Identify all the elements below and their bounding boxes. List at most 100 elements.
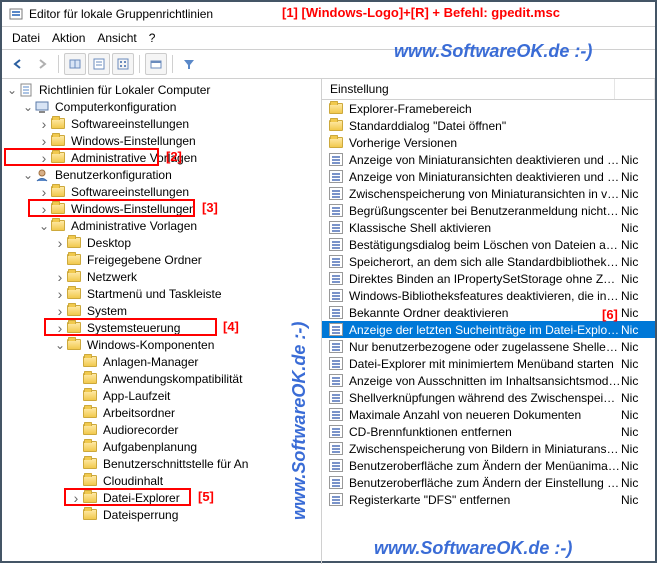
- list-row[interactable]: Speicherort, an dem sich alle Standardbi…: [322, 253, 655, 270]
- setting-state: Nic: [621, 204, 655, 218]
- twisty-icon[interactable]: [54, 238, 66, 248]
- list-row[interactable]: Bekannte Ordner deaktivierenNic: [322, 304, 655, 321]
- tree-cloud[interactable]: Cloudinhalt: [2, 472, 321, 489]
- tool-btn-2[interactable]: [88, 53, 110, 75]
- twisty-icon[interactable]: [6, 85, 18, 95]
- tree-uc[interactable]: Benutzerkonfiguration: [2, 166, 321, 183]
- setting-state: Nic: [621, 153, 655, 167]
- list-row[interactable]: Windows-Bibliotheksfeatures deaktivieren…: [322, 287, 655, 304]
- tree-shared[interactable]: Freigegebene Ordner: [2, 251, 321, 268]
- list-row[interactable]: Zwischenspeicherung von Bildern in Minia…: [322, 440, 655, 457]
- menu-file[interactable]: Datei: [6, 29, 46, 47]
- list-row[interactable]: Anzeige von Ausschnitten im Inhaltsansic…: [322, 372, 655, 389]
- menu-help[interactable]: ?: [143, 29, 162, 47]
- list-pane[interactable]: Einstellung Explorer-FramebereichStandar…: [322, 79, 655, 564]
- tree-uc_win[interactable]: Windows-Einstellungen: [2, 200, 321, 217]
- tree-sperrung[interactable]: Dateisperrung: [2, 506, 321, 523]
- tool-btn-3[interactable]: [112, 53, 134, 75]
- tool-btn-1[interactable]: [64, 53, 86, 75]
- setting-state: Nic: [621, 221, 655, 235]
- window-title: Editor für lokale Gruppenrichtlinien: [29, 7, 213, 21]
- setting-icon: [328, 493, 344, 507]
- tree-explorer[interactable]: Datei-Explorer: [2, 489, 321, 506]
- twisty-icon[interactable]: [38, 153, 50, 163]
- setting-icon: [328, 306, 344, 320]
- setting-icon: [328, 323, 344, 337]
- twisty-icon[interactable]: [54, 323, 66, 333]
- list-row[interactable]: Direktes Binden an IPropertySetStorage o…: [322, 270, 655, 287]
- twisty-icon[interactable]: [38, 221, 50, 231]
- folder-icon: [328, 102, 344, 116]
- twisty-icon[interactable]: [70, 493, 82, 503]
- menu-view[interactable]: Ansicht: [91, 29, 142, 47]
- twisty-icon[interactable]: [22, 102, 34, 112]
- list-row[interactable]: Benutzeroberfläche zum Ändern der Einste…: [322, 474, 655, 491]
- setting-state: Nic: [621, 459, 655, 473]
- list-row[interactable]: CD-Brennfunktionen entfernenNic: [322, 423, 655, 440]
- tree-cc[interactable]: Computerkonfiguration: [2, 98, 321, 115]
- tree-network[interactable]: Netzwerk: [2, 268, 321, 285]
- list-row[interactable]: Zwischenspeicherung von Miniaturansichte…: [322, 185, 655, 202]
- back-button[interactable]: [7, 53, 29, 75]
- setting-label: Bekannte Ordner deaktivieren: [349, 306, 621, 320]
- setting-state: Nic: [621, 170, 655, 184]
- tree-cc_adm[interactable]: Administrative Vorlagen: [2, 149, 321, 166]
- list-row[interactable]: Anzeige der letzten Sucheinträge im Date…: [322, 321, 655, 338]
- list-row[interactable]: Registerkarte "DFS" entfernenNic: [322, 491, 655, 508]
- list-row[interactable]: Klassische Shell aktivierenNic: [322, 219, 655, 236]
- twisty-icon[interactable]: [54, 272, 66, 282]
- setting-label: Anzeige von Ausschnitten im Inhaltsansic…: [349, 374, 621, 388]
- tree-cc_win[interactable]: Windows-Einstellungen: [2, 132, 321, 149]
- tree-uc_adm[interactable]: Administrative Vorlagen: [2, 217, 321, 234]
- menu-action[interactable]: Aktion: [46, 29, 91, 47]
- tree-control[interactable]: Systemsteuerung: [2, 319, 321, 336]
- tree-pane[interactable]: Richtlinien für Lokaler ComputerComputer…: [2, 79, 322, 564]
- list-row[interactable]: Maximale Anzahl von neueren DokumentenNi…: [322, 406, 655, 423]
- twisty-icon[interactable]: [22, 170, 34, 180]
- twisty-icon[interactable]: [54, 340, 66, 350]
- list-row[interactable]: Anzeige von Miniaturansichten deaktivier…: [322, 168, 655, 185]
- col-state[interactable]: [615, 79, 655, 99]
- setting-state: Nic: [621, 289, 655, 303]
- twisty-icon[interactable]: [38, 187, 50, 197]
- tree-audiorec[interactable]: Audiorecorder: [2, 421, 321, 438]
- setting-state: Nic: [621, 187, 655, 201]
- tree-anlagen[interactable]: Anlagen-Manager: [2, 353, 321, 370]
- twisty-icon[interactable]: [54, 289, 66, 299]
- setting-icon: [328, 187, 344, 201]
- filter-button[interactable]: [178, 53, 200, 75]
- twisty-icon[interactable]: [38, 119, 50, 129]
- setting-icon: [328, 442, 344, 456]
- list-row[interactable]: Benutzeroberfläche zum Ändern der Menüan…: [322, 457, 655, 474]
- list-row[interactable]: Shellverknüpfungen während des Zwischens…: [322, 389, 655, 406]
- tree-applaufzeit[interactable]: App-Laufzeit: [2, 387, 321, 404]
- tree-appcompat[interactable]: Anwendungskompatibilität: [2, 370, 321, 387]
- setting-label: Registerkarte "DFS" entfernen: [349, 493, 621, 507]
- tree-wincomp[interactable]: Windows-Komponenten: [2, 336, 321, 353]
- twisty-icon[interactable]: [38, 204, 50, 214]
- tree-root[interactable]: Richtlinien für Lokaler Computer: [2, 81, 321, 98]
- tree-desktop[interactable]: Desktop: [2, 234, 321, 251]
- tree-aufgaben[interactable]: Aufgabenplanung: [2, 438, 321, 455]
- twisty-icon[interactable]: [54, 306, 66, 316]
- tree-arbeitsordner[interactable]: Arbeitsordner: [2, 404, 321, 421]
- setting-icon: [328, 153, 344, 167]
- list-row[interactable]: Nur benutzerbezogene oder zugelassene Sh…: [322, 338, 655, 355]
- list-row[interactable]: Explorer-Framebereich: [322, 100, 655, 117]
- col-setting[interactable]: Einstellung: [322, 79, 615, 99]
- tree-system[interactable]: System: [2, 302, 321, 319]
- list-row[interactable]: Anzeige von Miniaturansichten deaktivier…: [322, 151, 655, 168]
- tool-btn-4[interactable]: [145, 53, 167, 75]
- tree-benschnitt[interactable]: Benutzerschnittstelle für An: [2, 455, 321, 472]
- tree-uc_soft[interactable]: Softwareeinstellungen: [2, 183, 321, 200]
- tree-label: App-Laufzeit: [101, 389, 172, 403]
- list-row[interactable]: Standarddialog "Datei öffnen": [322, 117, 655, 134]
- tree-start[interactable]: Startmenü und Taskleiste: [2, 285, 321, 302]
- twisty-icon[interactable]: [38, 136, 50, 146]
- list-row[interactable]: Vorherige Versionen: [322, 134, 655, 151]
- list-row[interactable]: Bestätigungsdialog beim Löschen von Date…: [322, 236, 655, 253]
- list-row[interactable]: Datei-Explorer mit minimiertem Menüband …: [322, 355, 655, 372]
- forward-button[interactable]: [31, 53, 53, 75]
- list-row[interactable]: Begrüßungscenter bei Benutzeranmeldung n…: [322, 202, 655, 219]
- tree-cc_soft[interactable]: Softwareeinstellungen: [2, 115, 321, 132]
